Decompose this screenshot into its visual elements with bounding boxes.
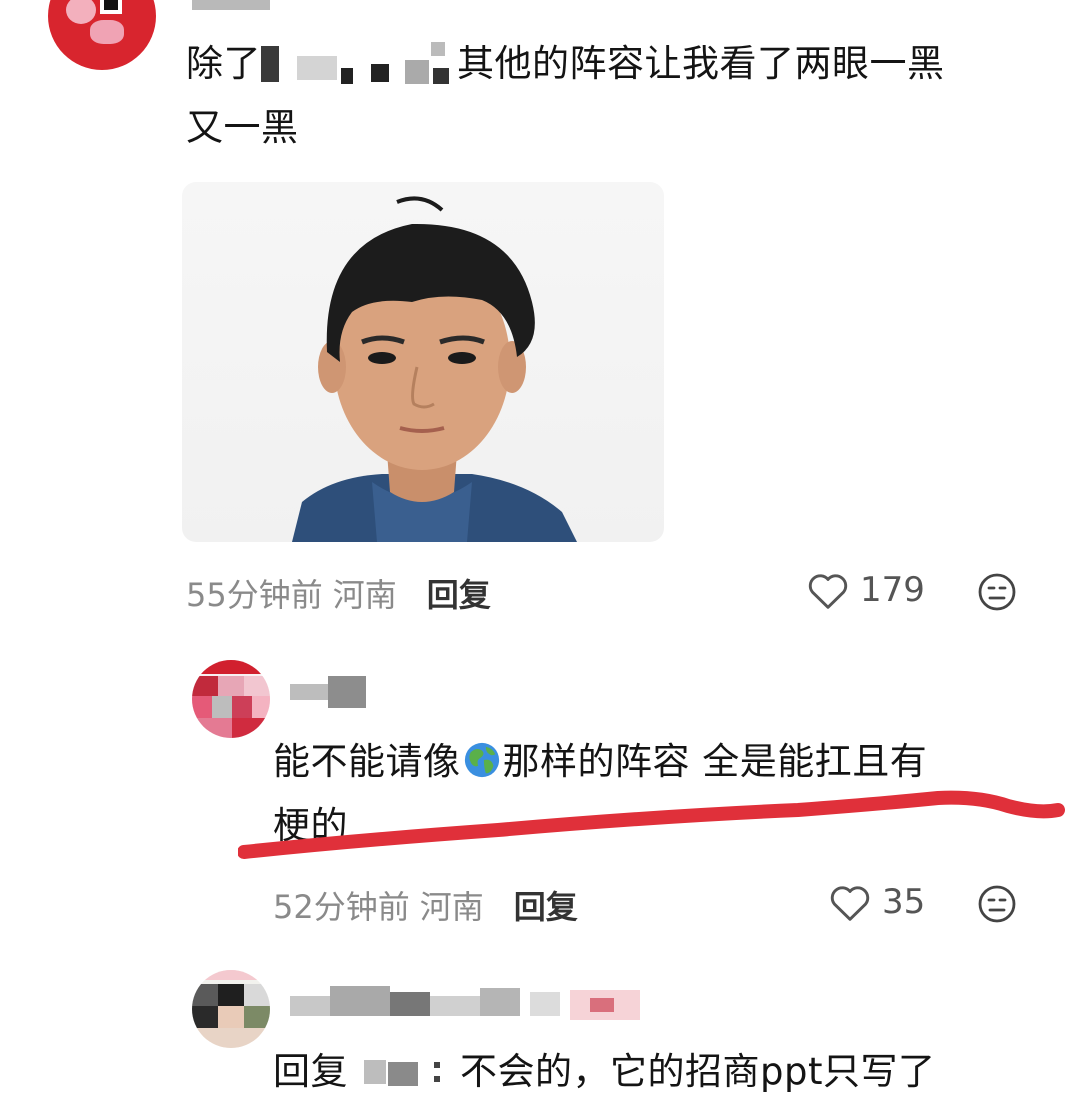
- comment-1-text-line2: 又一黑: [186, 106, 299, 149]
- comment-1-location: 河南: [332, 576, 397, 614]
- comment-3-text-body: 不会的，它的招商ppt只写了: [460, 1050, 936, 1093]
- comment-2-like-button[interactable]: 35: [828, 882, 925, 922]
- neutral-face-icon[interactable]: [977, 572, 1017, 612]
- comment-3-reply-prefix: 回复: [273, 1050, 348, 1093]
- globe-emoji-icon: [464, 742, 499, 778]
- comment-1-like-count: 179: [860, 570, 925, 610]
- comment-2-text-after: 那样的阵容 全是能扛且有: [502, 740, 928, 783]
- comment-1-like-button[interactable]: 179: [806, 570, 925, 610]
- comment-2-reply-button[interactable]: 回复: [514, 882, 578, 928]
- avatar-commenter-1[interactable]: [48, 0, 156, 70]
- comment-1-photo[interactable]: [182, 182, 664, 542]
- username-blurred[interactable]: [290, 676, 366, 708]
- reply-target-name-blurred: [358, 1052, 450, 1092]
- comment-2-like-count: 35: [882, 882, 926, 922]
- comment-1-text: 除了 其他的阵容让我看了两眼一黑 又一黑: [186, 32, 1046, 160]
- comment-2-location: 河南: [419, 888, 484, 926]
- comment-1-meta: 55分钟前 河南 回复: [186, 570, 491, 616]
- heart-icon: [808, 574, 848, 609]
- avatar-commenter-3[interactable]: [192, 970, 270, 1048]
- comment-2-time: 52分钟前: [273, 888, 410, 926]
- comment-2-text-before: 能不能请像: [273, 740, 461, 783]
- comment-1-text-after: 其他的阵容让我看了两眼一黑: [457, 42, 945, 85]
- boy-portrait-image: [292, 196, 577, 542]
- comment-1-text-before: 除了: [186, 42, 261, 85]
- comment-1-time: 55分钟前: [186, 576, 323, 614]
- username-blurred[interactable]: [290, 982, 640, 1022]
- censored-name-mosaic: [261, 38, 457, 88]
- comment-1-reply-button[interactable]: 回复: [427, 570, 491, 616]
- comment-3-text: 回复 不会的，它的招商ppt只写了: [273, 1040, 1063, 1115]
- red-underline-annotation: [238, 790, 1065, 859]
- neutral-face-icon[interactable]: [977, 884, 1017, 924]
- avatar-commenter-2[interactable]: [192, 660, 270, 738]
- comment-2-meta: 52分钟前 河南 回复: [273, 882, 578, 928]
- username-blurred[interactable]: [192, 0, 270, 10]
- heart-icon: [830, 886, 870, 921]
